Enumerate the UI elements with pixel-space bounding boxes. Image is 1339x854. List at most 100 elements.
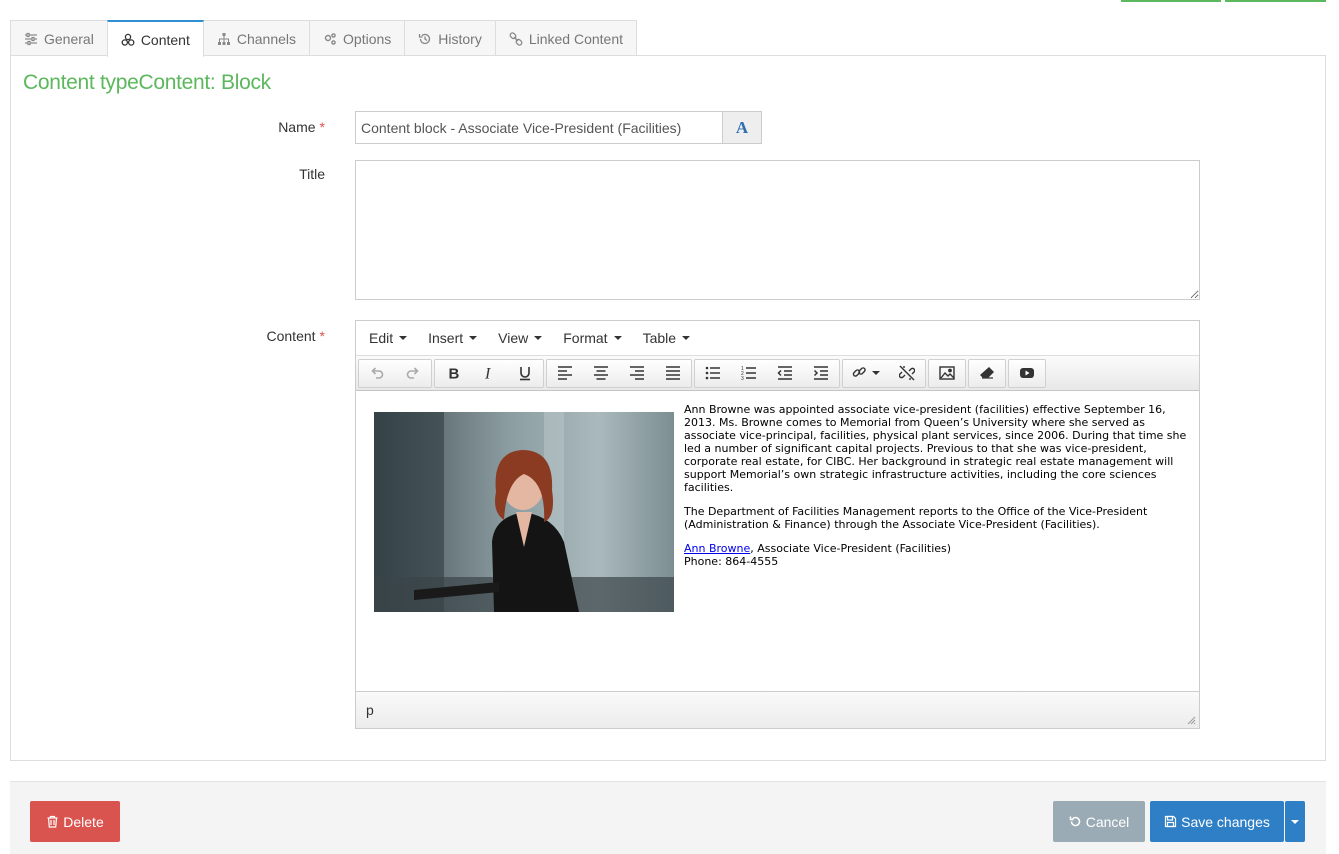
indent-button[interactable]: [803, 360, 839, 387]
content-label: Content *: [125, 328, 326, 344]
element-path[interactable]: p: [366, 702, 374, 718]
content-label-text: Content: [266, 328, 316, 344]
align-left-button[interactable]: [547, 360, 583, 387]
tab-label: Channels: [236, 30, 297, 47]
menu-format[interactable]: Format: [554, 321, 630, 355]
paragraph: The Department of Facilities Management …: [684, 505, 1148, 531]
save-label: Save changes: [1181, 813, 1270, 830]
title-textarea[interactable]: [355, 160, 1200, 300]
image-group: [928, 358, 966, 388]
menu-label: Table: [642, 330, 677, 346]
caret-down-icon: [872, 371, 880, 375]
rich-text-editor: Edit Insert View Format Table B I 123 An…: [355, 320, 1200, 729]
paragraph: Ann Browne was appointed associate vice-…: [684, 403, 1187, 494]
image-icon: [939, 366, 955, 380]
editor-content-area[interactable]: Ann Browne was appointed associate vice-…: [356, 392, 1199, 692]
list-group: 123: [694, 358, 840, 388]
contact-link[interactable]: Ann Browne: [684, 542, 750, 555]
history-group: [358, 358, 432, 388]
editor-toolbar: B I 123: [356, 356, 1199, 391]
title-label-text: Title: [299, 166, 325, 182]
tab-label: Linked Content: [528, 30, 624, 47]
underline-button[interactable]: [507, 360, 543, 387]
video-icon: [1020, 368, 1034, 378]
floppy-disk-icon: [1165, 815, 1177, 828]
caret-down-icon: [1291, 819, 1299, 824]
translate-button[interactable]: A: [722, 111, 762, 144]
menu-label: Insert: [428, 330, 464, 346]
tab-general[interactable]: General: [10, 20, 108, 56]
menu-view[interactable]: View: [489, 321, 551, 355]
svg-text:3: 3: [741, 376, 744, 381]
page-title: Content typeContent: Block: [23, 71, 271, 94]
portrait-photo: [374, 412, 674, 612]
save-options-dropdown[interactable]: [1285, 801, 1305, 842]
italic-icon: I: [484, 366, 491, 382]
link-icon: [509, 31, 523, 46]
name-label: Name *: [125, 119, 325, 135]
cogs-icon: [323, 32, 337, 46]
caret-down-icon: [613, 336, 622, 340]
clear-group: [968, 358, 1006, 388]
save-button[interactable]: Save changes: [1150, 801, 1284, 842]
tab-label: General: [44, 30, 94, 47]
align-left-icon: [558, 366, 572, 380]
numbered-list-icon: 123: [741, 366, 756, 381]
numbered-list-button[interactable]: 123: [731, 360, 767, 387]
link-group: [842, 358, 926, 388]
insert-link-button[interactable]: [843, 360, 889, 387]
clear-formatting-button[interactable]: [969, 360, 1005, 387]
tab-channels[interactable]: Channels: [202, 20, 311, 56]
insert-image-button[interactable]: [929, 360, 965, 387]
tab-bar: General Content Channels Options History…: [10, 20, 638, 57]
align-justify-icon: [666, 366, 680, 380]
caret-down-icon: [469, 336, 478, 340]
required-marker: *: [319, 119, 325, 135]
menu-insert[interactable]: Insert: [419, 321, 486, 355]
tab-linked-content[interactable]: Linked Content: [494, 20, 638, 56]
unlink-button[interactable]: [889, 360, 925, 387]
outdent-button[interactable]: [767, 360, 803, 387]
insert-media-button[interactable]: [1009, 360, 1045, 387]
title-label: Title: [125, 166, 325, 182]
align-center-icon: [594, 366, 608, 380]
contact-block: Ann Browne, Associate Vice-President (Fa…: [684, 542, 1192, 568]
outdent-icon: [777, 366, 792, 380]
delete-button[interactable]: Delete: [30, 801, 120, 842]
undo-icon: [371, 367, 384, 379]
menu-label: Format: [563, 330, 608, 346]
underline-icon: [520, 367, 530, 381]
redo-button[interactable]: [395, 360, 431, 387]
tab-history[interactable]: History: [404, 20, 496, 56]
sliders-icon: [24, 32, 38, 46]
tab-content[interactable]: Content: [106, 20, 204, 57]
align-right-button[interactable]: [619, 360, 655, 387]
formatting-group: B I: [434, 358, 544, 388]
menu-table[interactable]: Table: [634, 321, 699, 355]
link-icon: [852, 367, 866, 377]
contact-phone: Phone: 864-4555: [684, 555, 779, 568]
content-text: Ann Browne was appointed associate vice-…: [684, 403, 1192, 568]
cancel-button[interactable]: Cancel: [1053, 801, 1145, 842]
top-accent-bar: [1225, 0, 1326, 2]
name-input[interactable]: [355, 111, 723, 144]
italic-button[interactable]: I: [471, 360, 507, 387]
delete-label: Delete: [63, 813, 104, 830]
bold-button[interactable]: B: [435, 360, 471, 387]
media-group: [1008, 358, 1046, 388]
align-center-button[interactable]: [583, 360, 619, 387]
history-icon: [418, 32, 432, 46]
required-marker: *: [319, 328, 325, 344]
resize-grip-icon[interactable]: [1187, 716, 1196, 725]
redo-icon: [406, 367, 419, 379]
undo-button[interactable]: [359, 360, 395, 387]
undo-icon: [1069, 816, 1080, 827]
indent-icon: [813, 366, 828, 380]
menu-edit[interactable]: Edit: [360, 321, 416, 355]
tab-options[interactable]: Options: [309, 20, 406, 56]
align-justify-button[interactable]: [655, 360, 691, 387]
eraser-icon: [980, 367, 994, 379]
tab-label: History: [438, 30, 482, 47]
bullet-list-button[interactable]: [695, 360, 731, 387]
unlink-icon: [899, 365, 915, 381]
